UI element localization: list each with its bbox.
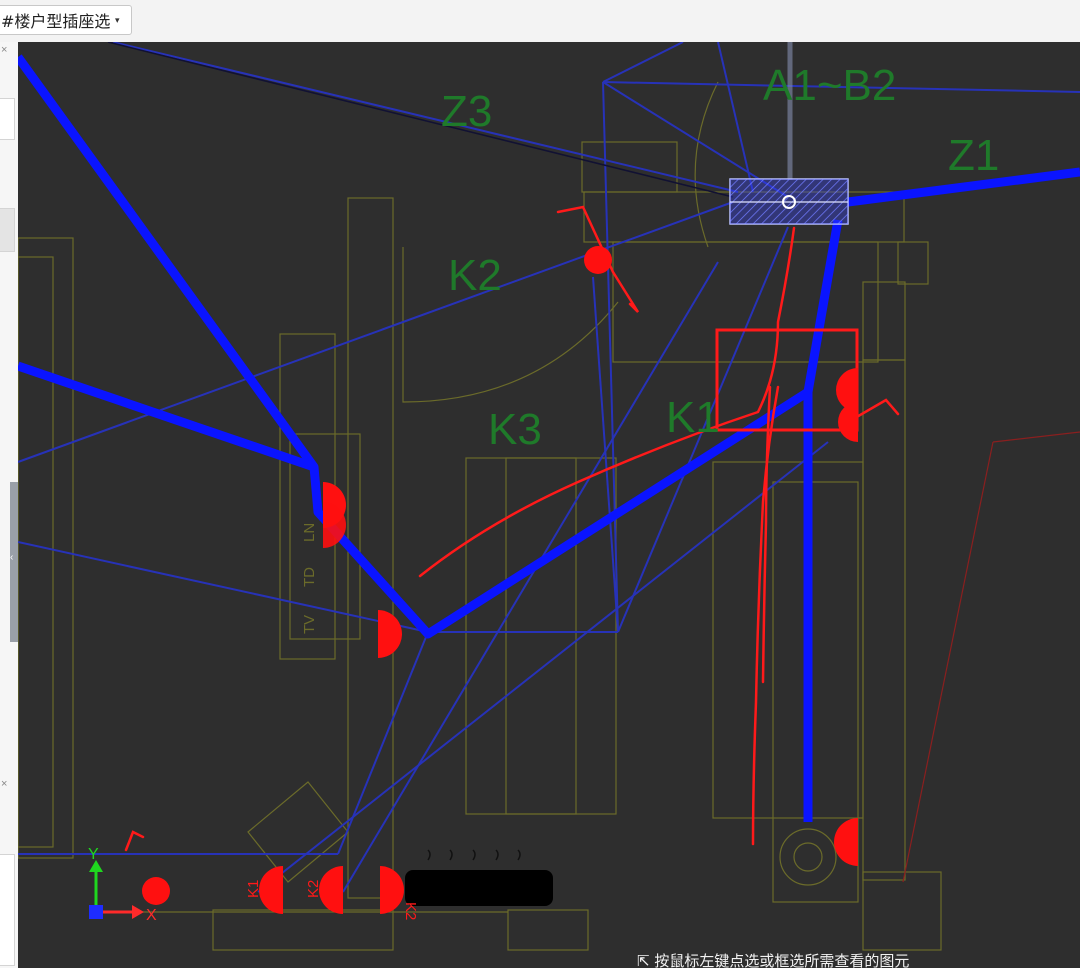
distribution-box[interactable] (729, 178, 849, 225)
top-toolbar: #楼户型插座选 ▾ (0, 0, 1080, 43)
panel-splitter[interactable]: ‹ (10, 482, 18, 642)
zone-label: A1~B2 (763, 61, 896, 110)
zone-label: Z1 (948, 131, 999, 180)
red-markup (124, 205, 900, 852)
socket-label: K2 (402, 902, 419, 920)
cabinet-marks (427, 849, 521, 861)
socket-label: TV (301, 615, 318, 634)
socket-label: TD (301, 567, 318, 587)
socket-label: K2 (305, 880, 322, 898)
panel-item[interactable] (0, 854, 15, 966)
wiring-faint (18, 42, 1080, 893)
cad-drawing[interactable]: Z3 A1~B2 Z1 K2 K3 K1 K1 K2 K2 TV TD LN Y… (18, 42, 1080, 968)
close-icon[interactable]: × (1, 44, 7, 56)
panel-item[interactable] (0, 98, 15, 140)
zone-label: K1 (666, 393, 720, 442)
socket-label: K1 (245, 880, 262, 898)
dropdown-value: #楼户型插座选 (1, 12, 111, 31)
zone-label: Z3 (441, 87, 492, 136)
zone-label: K2 (448, 251, 502, 300)
chevron-left-icon: ‹ (10, 552, 14, 563)
panel-item[interactable] (0, 208, 15, 252)
zone-label: K3 (488, 405, 542, 454)
close-icon[interactable]: × (1, 778, 7, 790)
cad-canvas[interactable]: Z3 A1~B2 Z1 K2 K3 K1 K1 K2 K2 TV TD LN Y… (18, 42, 1080, 968)
command-prompt: ⇱ 按鼠标左键点选或框选所需查看的图元 (637, 952, 910, 968)
axis-x-label: X (146, 907, 157, 924)
cabinet-block (405, 870, 553, 906)
socket-label: LN (301, 523, 318, 542)
axis-y-label: Y (88, 846, 99, 863)
wiring-main (18, 54, 1080, 822)
floor-type-dropdown[interactable]: #楼户型插座选 ▾ (0, 5, 132, 35)
zone-labels: Z3 A1~B2 Z1 K2 K3 K1 (441, 61, 999, 454)
chevron-down-icon: ▾ (115, 14, 120, 25)
left-panel: × ‹ × (0, 42, 19, 968)
room-boundary (902, 431, 1080, 883)
